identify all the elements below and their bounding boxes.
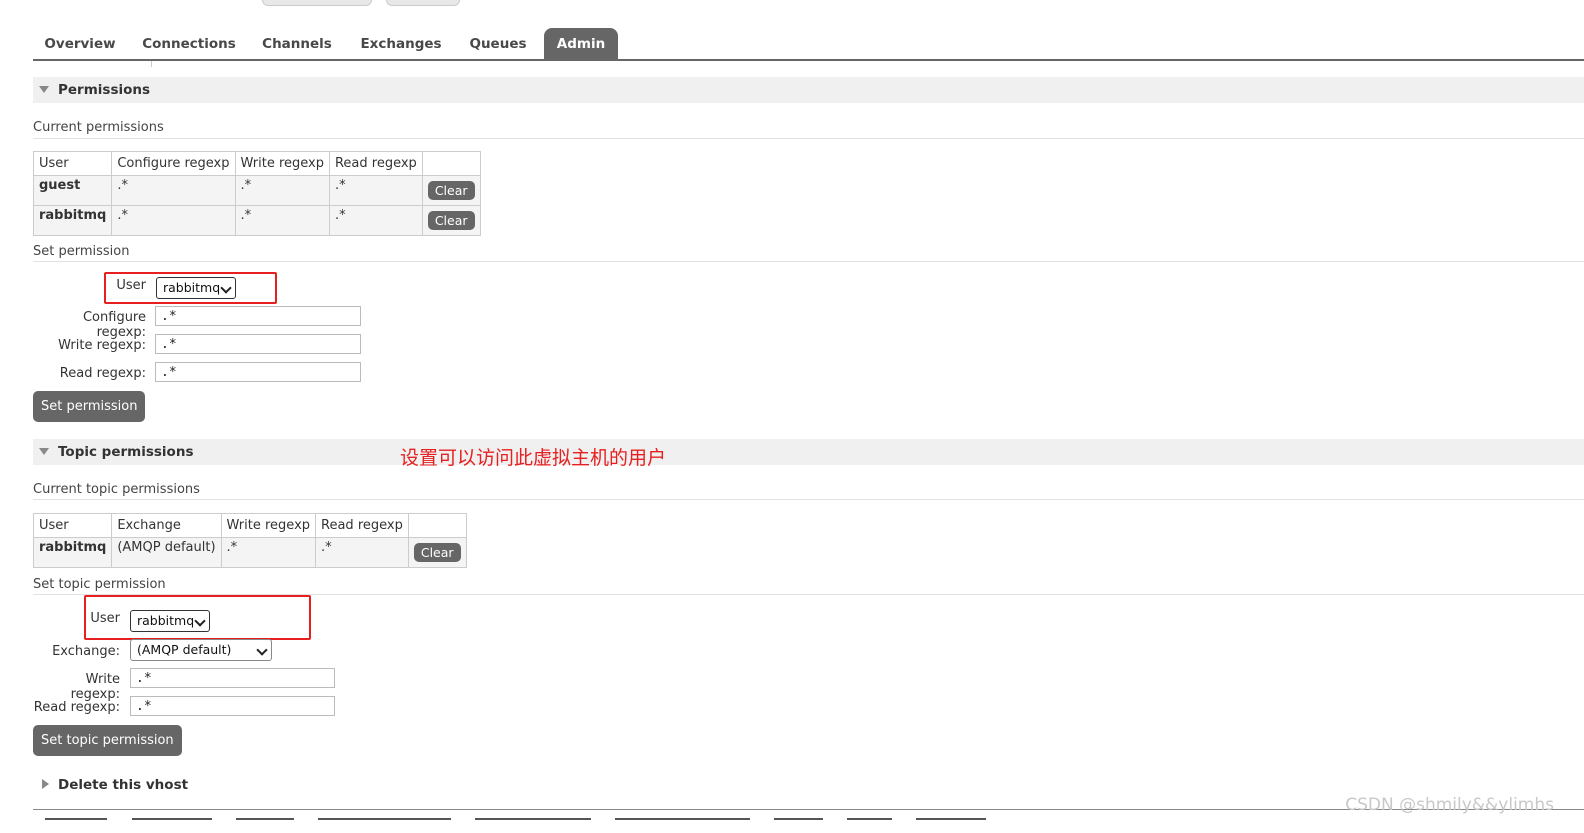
permissions-section-title: Permissions — [58, 82, 151, 98]
column-header-read: Read regexp — [328, 151, 423, 176]
exchange-select-value: (AMQP default) — [137, 642, 232, 657]
write-regexp-input[interactable]: .* — [155, 334, 361, 354]
table-row: rabbitmq (AMQP default) .* .* Clear — [32, 537, 467, 568]
topic-user-select[interactable]: rabbitmq — [130, 610, 210, 632]
configure-regexp-input[interactable]: .* — [155, 306, 361, 326]
permissions-section-header[interactable]: Permissions — [33, 77, 1584, 103]
cell-action: Clear — [421, 175, 481, 206]
column-header-write: Write regexp — [234, 151, 330, 176]
clear-topic-permission-button[interactable]: Clear — [413, 543, 461, 562]
topic-permissions-section-title: Topic permissions — [58, 444, 194, 460]
cell-user: guest — [32, 175, 113, 206]
cell-action: Clear — [407, 537, 467, 568]
column-header-action — [421, 151, 481, 176]
delete-vhost-section-title: Delete this vhost — [58, 777, 189, 793]
column-header-write: Write regexp — [220, 513, 317, 538]
permissions-table: User Configure regexp Write regexp Read … — [32, 151, 481, 236]
column-header-configure: Configure regexp — [111, 151, 236, 176]
user-select[interactable]: rabbitmq — [156, 277, 236, 299]
tab-admin[interactable]: Admin — [544, 28, 618, 60]
divider — [33, 499, 1584, 500]
topic-read-regexp-input[interactable]: .* — [130, 696, 335, 716]
table-row: guest .* .* .* Clear — [32, 175, 481, 206]
cell-user: rabbitmq — [32, 205, 113, 236]
cell-action: Clear — [421, 205, 481, 236]
cell-read: .* — [328, 205, 423, 236]
topic-read-regexp-label: Read regexp: — [33, 700, 120, 715]
column-header-user: User — [32, 513, 113, 538]
cell-configure: .* — [111, 205, 236, 236]
topic-write-regexp-input[interactable]: .* — [130, 668, 335, 688]
tab-overview[interactable]: Overview — [33, 28, 127, 60]
cell-write: .* — [234, 175, 330, 206]
divider — [151, 61, 152, 67]
erlang-badge — [386, 0, 460, 6]
topic-write-regexp-label: Write regexp: — [70, 672, 120, 702]
cell-read: .* — [328, 175, 423, 206]
footer-link[interactable] — [45, 818, 107, 828]
topic-permissions-section-header[interactable]: Topic permissions — [33, 439, 1584, 465]
column-header-exchange: Exchange — [111, 513, 222, 538]
footer-link[interactable] — [615, 818, 750, 828]
set-permission-heading: Set permission — [33, 244, 130, 259]
table-header-row: User Configure regexp Write regexp Read … — [32, 151, 481, 176]
set-topic-permission-button[interactable]: Set topic permission — [33, 725, 182, 756]
tab-exchanges[interactable]: Exchanges — [353, 28, 449, 60]
read-regexp-input[interactable]: .* — [155, 362, 361, 382]
tab-channels[interactable]: Channels — [253, 28, 341, 60]
collapse-triangle-icon — [39, 448, 49, 455]
version-badge — [262, 0, 372, 6]
topic-permissions-table: User Exchange Write regexp Read regexp r… — [32, 513, 467, 568]
chevron-down-icon — [194, 615, 206, 627]
divider — [33, 138, 1584, 139]
tab-queues[interactable]: Queues — [461, 28, 535, 60]
tab-connections[interactable]: Connections — [136, 28, 242, 60]
footer-link[interactable] — [475, 818, 591, 828]
exchange-label: Exchange: — [52, 644, 120, 659]
read-regexp-label: Read regexp: — [59, 366, 146, 381]
footer-link[interactable] — [847, 818, 892, 828]
cell-exchange: (AMQP default) — [111, 537, 222, 568]
rabbitmq-logo — [38, 0, 248, 6]
footer-link[interactable] — [132, 818, 212, 828]
cell-write: .* — [220, 537, 317, 568]
watermark: CSDN @shmily&&ylimhs — [1345, 795, 1554, 815]
tab-underline — [33, 59, 1584, 61]
set-permission-button[interactable]: Set permission — [33, 391, 146, 422]
cell-read: .* — [315, 537, 409, 568]
user-label: User — [116, 278, 146, 293]
current-topic-permissions-heading: Current topic permissions — [33, 482, 200, 497]
expand-triangle-icon — [42, 779, 49, 789]
clear-permission-button[interactable]: Clear — [427, 181, 475, 200]
footer-link[interactable] — [236, 818, 294, 828]
user-select-value: rabbitmq — [163, 280, 221, 295]
footer-link[interactable] — [774, 818, 823, 828]
set-topic-permission-heading: Set topic permission — [33, 577, 166, 592]
table-header-row: User Exchange Write regexp Read regexp — [32, 513, 467, 538]
divider — [33, 261, 1584, 262]
configure-regexp-label: Configure regexp: — [82, 310, 146, 340]
column-header-read: Read regexp — [315, 513, 409, 538]
topic-user-label: User — [90, 611, 120, 626]
chevron-down-icon — [256, 644, 268, 656]
write-regexp-label: Write regexp: — [58, 338, 146, 353]
exchange-select[interactable]: (AMQP default) — [130, 639, 272, 661]
table-row: rabbitmq .* .* .* Clear — [32, 205, 481, 236]
clear-permission-button[interactable]: Clear — [427, 211, 475, 230]
footer-link[interactable] — [318, 818, 451, 828]
cell-configure: .* — [111, 175, 236, 206]
cell-user: rabbitmq — [32, 537, 113, 568]
topic-user-select-value: rabbitmq — [137, 613, 195, 628]
annotation-text: 设置可以访问此虚拟主机的用户 — [400, 447, 667, 469]
footer-link[interactable] — [916, 818, 986, 828]
current-permissions-heading: Current permissions — [33, 120, 164, 135]
column-header-user: User — [32, 151, 113, 176]
chevron-down-icon — [220, 282, 232, 294]
collapse-triangle-icon — [39, 86, 49, 93]
column-header-action — [407, 513, 467, 538]
cell-write: .* — [234, 205, 330, 236]
